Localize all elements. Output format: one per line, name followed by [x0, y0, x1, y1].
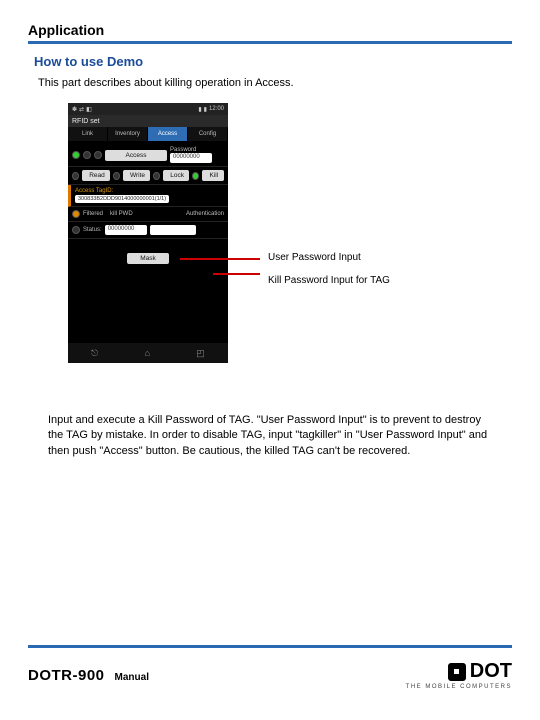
footer: DOTR-900 Manual DOT THE MOBILE COMPUTERS: [0, 645, 540, 690]
tagid-field[interactable]: 300833B2DDD9014000000001(1/1): [75, 195, 169, 203]
filter-row: Filtered kill PWD Authentication: [68, 207, 228, 222]
logo-text: DOT: [470, 660, 512, 683]
tab-config[interactable]: Config: [188, 127, 228, 141]
led-icon: [72, 172, 79, 180]
phone-mockup: ✽ ⇄ ◧ ▮ ▮ 12:00 RFID set Link Inventory …: [68, 103, 228, 363]
callout-kill-password: Kill Password Input for TAG: [268, 275, 390, 286]
back-icon[interactable]: ⎋: [91, 348, 98, 359]
status-icon: ✽: [72, 106, 77, 113]
brand-logo: DOT THE MOBILE COMPUTERS: [406, 660, 512, 690]
led-icon: [113, 172, 120, 180]
mask-button[interactable]: Mask: [127, 253, 169, 264]
callout-line: [180, 258, 260, 260]
phone-tabs: Link Inventory Access Config: [68, 127, 228, 141]
mask-row: Mask: [68, 239, 228, 270]
access-button[interactable]: Access: [105, 150, 167, 161]
lock-button[interactable]: Lock: [163, 170, 189, 181]
tab-access[interactable]: Access: [148, 127, 188, 141]
led-green-icon: [192, 172, 199, 180]
phone-app-title: RFID set: [68, 115, 228, 127]
led-icon: [94, 151, 102, 159]
intro-text: This part describes about killing operat…: [38, 77, 512, 89]
status-row: Status: 00000000: [68, 222, 228, 239]
status-icon: ⇄: [79, 106, 84, 113]
access-row: Access Password 00000000: [68, 141, 228, 167]
footer-manual: Manual: [115, 672, 149, 683]
filter-value: kill PWD: [110, 211, 133, 217]
filter-label: Filtered: [83, 211, 103, 217]
tagid-row: Access TagID: 300833B2DDD9014000000001(1…: [68, 185, 228, 207]
tab-inventory[interactable]: Inventory: [108, 127, 148, 141]
led-green-icon: [72, 151, 80, 159]
logo-icon: [448, 663, 466, 681]
read-button[interactable]: Read: [82, 170, 110, 181]
auth-label: Authentication: [186, 211, 224, 217]
status-icon: ◧: [86, 106, 92, 113]
phone-nav: ⎋ ⌂ ◰: [68, 343, 228, 363]
figure-area: ✽ ⇄ ◧ ▮ ▮ 12:00 RFID set Link Inventory …: [68, 103, 512, 403]
callout-line: [213, 273, 260, 275]
status-icon: ▮: [204, 106, 207, 113]
status-field[interactable]: 00000000: [105, 225, 147, 235]
kill-password-field[interactable]: [150, 225, 196, 235]
callout-user-password: User Password Input: [268, 252, 361, 263]
action-row: Read Write Lock Kill: [68, 167, 228, 185]
write-button[interactable]: Write: [123, 170, 150, 181]
tab-link[interactable]: Link: [68, 127, 108, 141]
subsection-title: How to use Demo: [34, 54, 512, 69]
led-icon: [153, 172, 160, 180]
phone-status-bar: ✽ ⇄ ◧ ▮ ▮ 12:00: [68, 103, 228, 115]
body-paragraph: Input and execute a Kill Password of TAG…: [48, 413, 492, 459]
status-label: Status:: [83, 227, 102, 233]
status-icon: ▮: [198, 106, 201, 113]
section-title: Application: [28, 22, 512, 38]
password-field[interactable]: 00000000: [170, 153, 212, 163]
home-icon[interactable]: ⌂: [145, 348, 150, 358]
logo-tagline: THE MOBILE COMPUTERS: [406, 684, 512, 690]
footer-rule: [28, 645, 512, 648]
section-rule: [28, 41, 512, 44]
status-clock: 12:00: [209, 106, 224, 113]
led-icon: [83, 151, 91, 159]
tagid-label: Access TagID:: [75, 188, 113, 194]
led-orange-icon: [72, 210, 80, 218]
footer-product: DOTR-900: [28, 667, 105, 684]
recent-icon[interactable]: ◰: [196, 348, 205, 359]
kill-button[interactable]: Kill: [202, 170, 224, 181]
led-icon: [72, 226, 80, 234]
